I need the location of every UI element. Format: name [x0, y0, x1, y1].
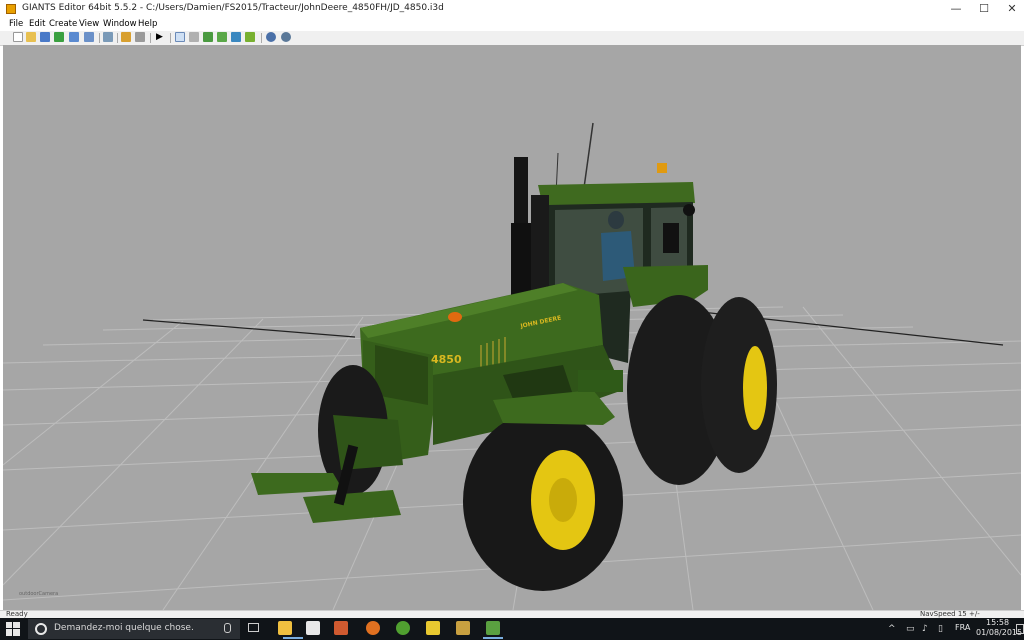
toolbar-separator — [99, 33, 100, 43]
play-icon[interactable]: ▶ — [156, 32, 166, 42]
giants-editor-icon — [6, 4, 16, 14]
menu-window[interactable]: Window — [103, 19, 137, 29]
close-button[interactable]: ✕ — [995, 0, 1024, 18]
export-icon[interactable] — [84, 32, 94, 42]
save-as-icon[interactable] — [69, 32, 79, 42]
folder-icon[interactable] — [426, 621, 440, 635]
new-file-icon[interactable] — [13, 32, 23, 42]
cortana-icon[interactable] — [35, 623, 47, 635]
open-icon[interactable] — [26, 32, 36, 42]
3d-viewport[interactable]: 4850 JOHN DEERE outdoorCamera — [3, 45, 1021, 610]
file-explorer-icon[interactable] — [278, 621, 292, 635]
giants-editor-taskbar-icon[interactable] — [486, 621, 500, 635]
toolbar: ▶ — [0, 31, 1024, 46]
firefox-icon[interactable] — [366, 621, 380, 635]
paint-icon[interactable] — [231, 32, 241, 42]
volume-icon[interactable]: ♪ — [922, 624, 928, 634]
archive-icon[interactable] — [456, 621, 470, 635]
menu-bar: File Edit Create View Window Help — [0, 18, 1024, 31]
toolbar-separator — [150, 33, 151, 43]
menu-help[interactable]: Help — [138, 19, 157, 29]
settings-icon[interactable] — [266, 32, 276, 42]
title-bar: GIANTS Editor 64bit 5.5.2 - C:/Users/Dam… — [0, 0, 1024, 18]
refresh-icon[interactable] — [54, 32, 64, 42]
nav-speed-text: NavSpeed 15 +/- — [920, 610, 980, 618]
terrain-icon[interactable] — [217, 32, 227, 42]
select-icon[interactable] — [175, 32, 185, 42]
import-icon[interactable] — [103, 32, 113, 42]
toolbar-separator — [117, 33, 118, 43]
chevron-up-icon[interactable]: ^ — [888, 624, 896, 634]
battery-icon[interactable]: ▯ — [938, 624, 943, 634]
save-icon[interactable] — [40, 32, 50, 42]
taskbar: Demandez-moi quelque chose. ^ ▭ ♪ ▯ FRA … — [0, 618, 1024, 640]
redo-icon[interactable] — [135, 32, 145, 42]
active-app-indicator — [283, 637, 303, 639]
menu-edit[interactable]: Edit — [29, 19, 45, 29]
taskbar-search-box[interactable]: Demandez-moi quelque chose. — [28, 619, 240, 639]
hood-badge: 4850 — [431, 353, 462, 366]
menu-file[interactable]: File — [9, 19, 23, 29]
foliage-icon[interactable] — [245, 32, 255, 42]
network-icon[interactable]: ▭ — [906, 624, 915, 634]
utorrent-icon[interactable] — [396, 621, 410, 635]
tractor-model: 4850 JOHN DEERE — [251, 122, 777, 591]
task-view-icon[interactable] — [248, 623, 259, 632]
camera-label: outdoorCamera — [19, 591, 59, 597]
status-text: Ready — [6, 610, 28, 618]
move-icon[interactable] — [189, 32, 199, 42]
scene-render: 4850 JOHN DEERE — [3, 122, 1021, 610]
search-placeholder: Demandez-moi quelque chose. — [54, 623, 194, 633]
toolbar-separator — [170, 33, 171, 43]
toolbar-separator — [261, 33, 262, 43]
store-icon[interactable] — [306, 621, 320, 635]
menu-create[interactable]: Create — [49, 19, 77, 29]
notification-icon[interactable] — [1016, 624, 1024, 634]
microphone-icon[interactable] — [224, 623, 231, 633]
gear-icon[interactable] — [281, 32, 291, 42]
media-player-icon[interactable] — [334, 621, 348, 635]
language-indicator[interactable]: FRA — [955, 623, 970, 632]
window-title: GIANTS Editor 64bit 5.5.2 - C:/Users/Dam… — [22, 3, 444, 13]
active-app-indicator — [483, 637, 503, 639]
magnet-icon[interactable] — [203, 32, 213, 42]
windows-start-icon[interactable] — [6, 622, 20, 636]
clock-time[interactable]: 15:58 — [986, 618, 1009, 627]
undo-icon[interactable] — [121, 32, 131, 42]
menu-view[interactable]: View — [79, 19, 99, 29]
